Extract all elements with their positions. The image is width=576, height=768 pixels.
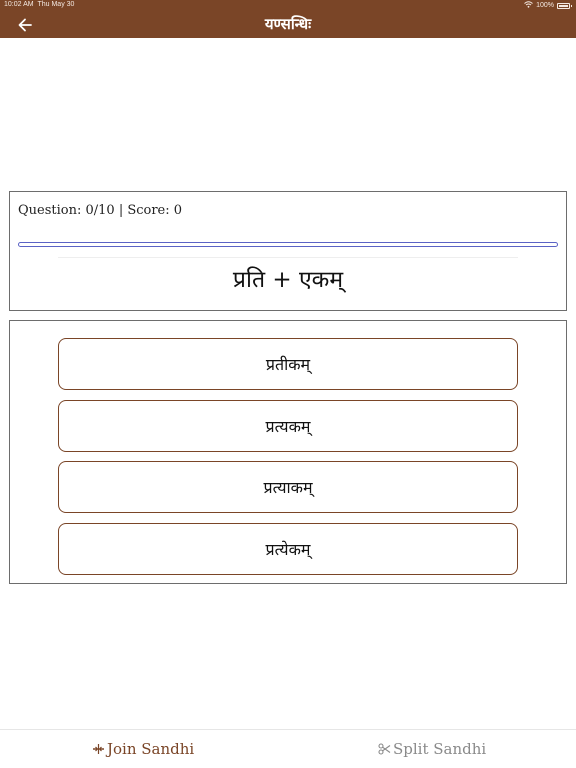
- answer-option-4[interactable]: प्रत्येकम्: [58, 523, 518, 575]
- answer-option-1[interactable]: प्रतीकम्: [58, 338, 518, 390]
- wifi-icon: [524, 1, 533, 10]
- battery-icon: [557, 2, 572, 9]
- join-icon: [92, 743, 105, 755]
- tab-bar: Join Sandhi Split Sandhi: [0, 729, 576, 768]
- tab-join-sandhi[interactable]: Join Sandhi: [92, 740, 194, 758]
- tab-split-sandhi[interactable]: Split Sandhi: [378, 740, 486, 758]
- page-title: यण्सन्धिः: [264, 15, 312, 33]
- options-panel: प्रतीकम् प्रत्यकम् प्रत्याकम् प्रत्येकम्: [9, 320, 567, 584]
- answer-option-3[interactable]: प्रत्याकम्: [58, 461, 518, 513]
- question-text: प्रति + एकम्: [232, 267, 344, 293]
- tab-join-label: Join Sandhi: [107, 740, 195, 758]
- navigation-bar: 10:02 AM Thu May 30 100% यण्सन्धिः: [0, 0, 576, 38]
- status-time: 10:02 AM Thu May 30: [4, 1, 74, 8]
- battery-percent: 100%: [536, 2, 554, 9]
- tab-split-label: Split Sandhi: [393, 740, 487, 758]
- status-date: Thu May 30: [37, 1, 75, 8]
- status-clock: 10:02 AM: [4, 1, 34, 8]
- scissors-icon: [378, 743, 391, 755]
- status-right: 100%: [524, 1, 572, 10]
- quiz-progress-bar: [18, 242, 558, 247]
- question-panel: Question: 0/10 | Score: 0 प्रति + एकम्: [9, 191, 567, 311]
- divider: [58, 257, 518, 258]
- answer-option-2[interactable]: प्रत्यकम्: [58, 400, 518, 452]
- question-score-label: Question: 0/10 | Score: 0: [18, 203, 183, 218]
